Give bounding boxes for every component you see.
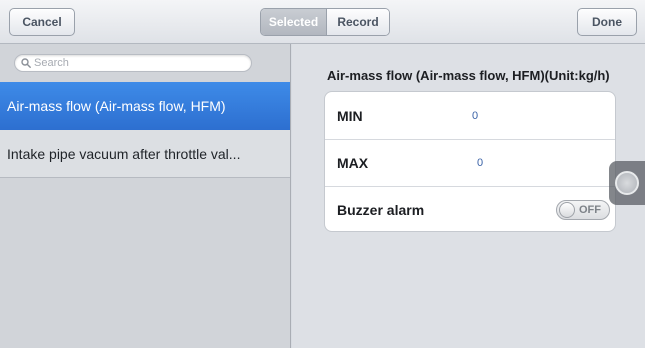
buzzer-label: Buzzer alarm — [337, 202, 425, 218]
buzzer-row: Buzzer alarm OFF — [325, 186, 615, 231]
search-icon — [21, 58, 31, 68]
tab-selected[interactable]: Selected — [261, 9, 327, 35]
tab-record[interactable]: Record — [327, 9, 389, 35]
assistive-touch-icon — [615, 171, 639, 195]
detail-panel: Air-mass flow (Air-mass flow, HFM)(Unit:… — [292, 44, 645, 348]
buzzer-toggle[interactable]: OFF — [556, 200, 610, 220]
max-value[interactable]: 0 — [477, 157, 483, 169]
toggle-state-label: OFF — [579, 204, 601, 216]
cancel-button[interactable]: Cancel — [9, 8, 75, 36]
settings-card: MIN 0 MAX 0 Buzzer alarm OFF — [324, 91, 616, 232]
list-item-air-mass-flow[interactable]: Air-mass flow (Air-mass flow, HFM) — [0, 82, 290, 130]
min-value[interactable]: 0 — [472, 110, 478, 122]
max-row[interactable]: MAX 0 — [325, 139, 615, 186]
max-label: MAX — [337, 155, 369, 171]
assistive-touch-button[interactable] — [609, 161, 645, 205]
sidebar: Air-mass flow (Air-mass flow, HFM) Intak… — [0, 44, 291, 348]
list-item-intake-pipe-vacuum[interactable]: Intake pipe vacuum after throttle val... — [0, 130, 290, 178]
min-label: MIN — [337, 107, 363, 124]
min-row[interactable]: MIN 0 — [325, 92, 615, 139]
search-bar[interactable] — [14, 54, 252, 72]
search-input[interactable] — [34, 57, 234, 69]
toggle-knob-icon — [559, 202, 575, 218]
segmented-control: Selected Record — [260, 8, 390, 36]
detail-title: Air-mass flow (Air-mass flow, HFM)(Unit:… — [327, 68, 610, 83]
done-button[interactable]: Done — [577, 8, 637, 36]
top-toolbar: Cancel Selected Record Done — [0, 0, 645, 44]
